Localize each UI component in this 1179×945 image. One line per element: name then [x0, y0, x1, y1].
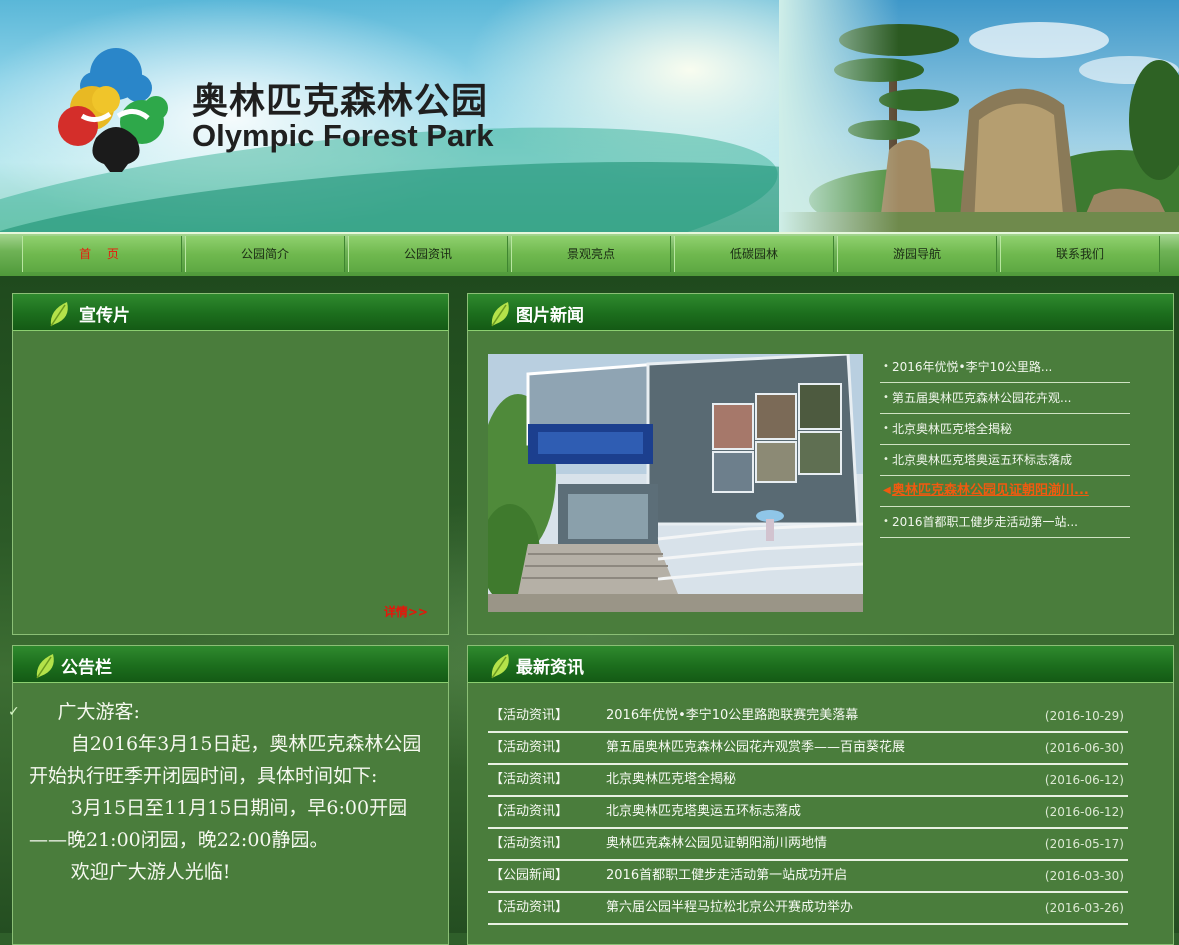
news-category[interactable]: 【活动资讯】	[490, 765, 568, 795]
nav-guide[interactable]: 游园导航	[837, 236, 997, 272]
leaf-icon	[491, 654, 509, 679]
news-title[interactable]: 北京奥林匹克塔奥运五环标志落成	[606, 797, 801, 827]
notice-content: 广大游客: 自2016年3月15日起，奥林匹克森林公园开始执行旺季开闭园时间，具…	[29, 696, 439, 888]
table-row[interactable]: 【活动资讯】 奥林匹克森林公园见证朝阳湔川两地情 (2016-05-17)	[488, 829, 1128, 861]
news-category[interactable]: 【活动资讯】	[490, 733, 568, 763]
list-item[interactable]: • 2016年优悦•李宁10公里路...	[880, 352, 1130, 383]
notice-panel: 公告栏 广大游客: 自2016年3月15日起，奥林匹克森林公园开始执行旺季开闭园…	[12, 645, 449, 945]
news-date: (2016-06-12)	[1044, 805, 1124, 819]
news-title[interactable]: 第六届公园半程马拉松北京公开赛成功举办	[606, 893, 853, 923]
list-item[interactable]: • 2016首都职工健步走活动第一站...	[880, 507, 1130, 538]
news-title[interactable]: 第五届奥林匹克森林公园花卉观赏季——百亩葵花展	[606, 733, 905, 763]
notice-paragraph: 欢迎广大游人光临!	[70, 861, 231, 883]
list-item[interactable]: • 北京奥林匹克塔全揭秘	[880, 414, 1130, 445]
news-date: (2016-05-17)	[1044, 837, 1124, 851]
table-row[interactable]: 【活动资讯】 第六届公园半程马拉松北京公开赛成功举办 (2016-03-26)	[488, 893, 1128, 925]
news-title[interactable]: 2016首都职工健步走活动第一站成功开启	[606, 861, 847, 891]
news-title[interactable]: 奥林匹克森林公园见证朝阳湔川两地情	[606, 829, 827, 859]
site-title-en: Olympic Forest Park	[192, 118, 494, 153]
photo-news-panel: 图片新闻 • 2016年优悦•李宁10公里路... • 第五届奥林匹克森林公园花…	[467, 293, 1174, 635]
nav-about[interactable]: 公园简介	[185, 236, 345, 272]
video-panel-title: 宣传片	[79, 306, 130, 326]
nav-contact[interactable]: 联系我们	[1000, 236, 1160, 272]
news-category[interactable]: 【公园新闻】	[490, 861, 568, 891]
news-date: (2016-06-12)	[1044, 773, 1124, 787]
list-item[interactable]: • 北京奥林匹克塔奥运五环标志落成	[880, 445, 1130, 476]
news-date: (2016-03-26)	[1044, 901, 1124, 915]
notice-title: 公告栏	[61, 658, 112, 678]
site-title-cn: 奥林匹克森林公园	[192, 81, 489, 122]
news-date: (2016-06-30)	[1044, 741, 1124, 755]
scenery-image	[779, 0, 1179, 232]
notice-greeting: 广大游客:	[57, 701, 140, 723]
latest-news-panel: 最新资讯 【活动资讯】 2016年优悦•李宁10公里路跑联赛完美落幕 (2016…	[467, 645, 1174, 945]
notice-paragraph: 3月15日至11月15日期间，早6:00开园——晚21:00闭园，晚22:00静…	[29, 797, 408, 851]
list-item[interactable]: • 第五届奥林匹克森林公园花卉观...	[880, 383, 1130, 414]
arrow-left-icon: ◀	[883, 485, 891, 496]
photo-news-list: • 2016年优悦•李宁10公里路... • 第五届奥林匹克森林公园花卉观... •…	[880, 352, 1130, 538]
nav-home[interactable]: 首 页	[22, 236, 182, 272]
latest-news-list: 【活动资讯】 2016年优悦•李宁10公里路跑联赛完美落幕 (2016-10-2…	[488, 701, 1128, 925]
news-photo[interactable]	[488, 354, 863, 612]
table-row[interactable]: 【活动资讯】 2016年优悦•李宁10公里路跑联赛完美落幕 (2016-10-2…	[488, 701, 1128, 733]
leaf-icon	[491, 302, 509, 327]
main-nav: 首 页 公园简介 公园资讯 景观亮点 低碳园林 游园导航 联系我们	[0, 232, 1179, 276]
news-date: (2016-03-30)	[1044, 869, 1124, 883]
video-panel: 宣传片 详情>>	[12, 293, 449, 635]
table-row[interactable]: 【公园新闻】 2016首都职工健步走活动第一站成功开启 (2016-03-30)	[488, 861, 1128, 893]
nav-highlights[interactable]: 景观亮点	[511, 236, 671, 272]
leaf-icon	[50, 302, 68, 327]
video-more-link[interactable]: 详情>>	[384, 603, 428, 620]
leaf-icon	[36, 654, 54, 679]
nav-low-carbon[interactable]: 低碳园林	[674, 236, 834, 272]
news-category[interactable]: 【活动资讯】	[490, 701, 568, 731]
news-title[interactable]: 2016年优悦•李宁10公里路跑联赛完美落幕	[606, 701, 858, 731]
park-logo-icon	[58, 48, 168, 172]
news-category[interactable]: 【活动资讯】	[490, 797, 568, 827]
latest-news-title: 最新资讯	[516, 658, 584, 678]
table-row[interactable]: 【活动资讯】 北京奥林匹克塔全揭秘 (2016-06-12)	[488, 765, 1128, 797]
list-item-active[interactable]: ◀ 奥林匹克森林公园见证朝阳湔川...	[880, 476, 1130, 507]
news-date: (2016-10-29)	[1044, 709, 1124, 723]
check-icon: ✓	[8, 704, 20, 720]
news-category[interactable]: 【活动资讯】	[490, 893, 568, 923]
nav-news[interactable]: 公园资讯	[348, 236, 508, 272]
photo-news-title: 图片新闻	[516, 306, 584, 326]
table-row[interactable]: 【活动资讯】 第五届奥林匹克森林公园花卉观赏季——百亩葵花展 (2016-06-…	[488, 733, 1128, 765]
news-category[interactable]: 【活动资讯】	[490, 829, 568, 859]
news-title[interactable]: 北京奥林匹克塔全揭秘	[606, 765, 736, 795]
table-row[interactable]: 【活动资讯】 北京奥林匹克塔奥运五环标志落成 (2016-06-12)	[488, 797, 1128, 829]
header-banner: 奥林匹克森林公园 Olympic Forest Park	[0, 0, 1179, 232]
notice-paragraph: 自2016年3月15日起，奥林匹克森林公园开始执行旺季开闭园时间，具体时间如下:	[29, 733, 422, 787]
